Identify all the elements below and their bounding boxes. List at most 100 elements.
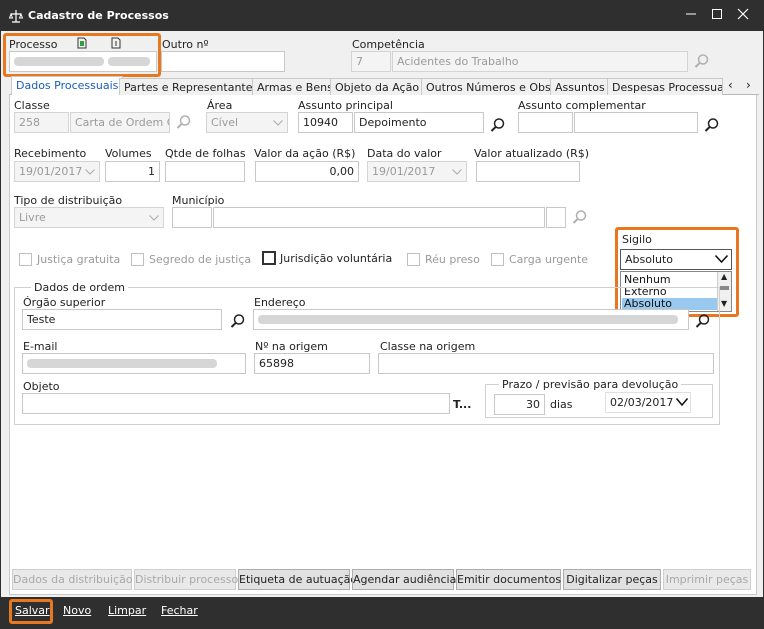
outro-numero-field[interactable] [161,51,285,72]
maximize-button[interactable] [707,7,727,25]
search-icon[interactable] [176,114,192,130]
fechar-button[interactable]: Fechar [161,604,198,617]
email-label: E-mail [23,340,58,353]
classe-label: Classe [14,99,50,112]
search-icon[interactable] [694,53,710,69]
valor-atualizado-label: Valor atualizado (R$) [474,147,590,160]
email-field[interactable] [22,353,246,374]
assunto-principal-code-field[interactable]: 10940 [298,112,353,133]
data-valor-value: 19/01/2017 [372,165,436,178]
objeto-field[interactable] [22,393,450,414]
assunto-complementar-field[interactable] [574,112,698,133]
valor-acao-label: Valor da ação (R$) [254,147,356,160]
search-icon[interactable] [572,209,588,225]
minimize-icon [686,13,696,15]
close-button[interactable] [733,7,753,25]
maximize-icon [712,9,722,19]
numero-origem-label: Nº na origem [255,340,328,353]
dados-ordem-title: Dados de ordem [31,281,128,294]
volumes-field[interactable]: 1 [105,161,160,182]
orgao-superior-field[interactable]: Teste [22,309,222,330]
imprimir-pecas-button[interactable]: Imprimir peças [663,569,751,590]
qtde-folhas-field[interactable] [165,161,245,182]
chevron-down-icon [85,169,95,175]
scales-icon [9,10,23,23]
numero-origem-field[interactable]: 65898 [254,353,370,374]
municipio-extra-field[interactable] [546,207,566,228]
digitalizar-pecas-button[interactable]: Digitalizar peças [563,569,661,590]
recebimento-label: Recebimento [14,147,87,160]
window-title: Cadastro de Processos [28,9,169,22]
data-valor-field[interactable]: 19/01/2017 [367,161,467,182]
outro-numero-label: Outro nº [162,38,209,51]
tab-bar: Dados Processuais Partes e Representante… [9,76,759,96]
tipo-distribuicao-label: Tipo de distribuição [14,194,123,207]
objeto-expand-button[interactable]: T... [453,398,471,411]
limpar-button[interactable]: Limpar [108,604,146,617]
tab-outros-numeros[interactable]: Outros Números e Obs. [421,78,560,95]
valor-atualizado-field[interactable] [476,161,580,182]
dados-distribuicao-button[interactable]: Dados da distribuição [12,569,133,590]
prazo-field[interactable]: 30 [494,394,545,415]
classe-origem-field[interactable] [378,353,714,374]
area-select[interactable]: Cível [206,112,288,133]
chevron-down-icon [676,398,688,406]
search-icon[interactable] [490,117,506,133]
assunto-complementar-label: Assunto complementar [518,99,646,112]
tab-scroll-left-icon[interactable]: ‹ [728,78,733,92]
search-icon[interactable] [704,117,720,133]
competencia-code-field[interactable]: 7 [351,51,391,72]
competencia-field[interactable]: Acidentes do Trabalho [392,51,688,72]
data-valor-label: Data do valor [367,147,442,160]
jurisdicao-voluntaria-checkbox[interactable] [262,251,276,265]
endereco-field[interactable] [253,309,689,330]
municipio-code-field[interactable] [172,207,212,228]
distribuir-processo-button[interactable]: Distribuir processo [134,569,238,590]
tab-objeto[interactable]: Objeto da Ação [330,78,425,95]
minimize-button[interactable] [681,7,701,25]
processo-highlight [3,33,161,77]
emitir-documentos-button[interactable]: Emitir documentos [456,569,561,590]
assunto-complementar-code-field[interactable] [518,112,573,133]
title-bar: Cadastro de Processos [1,1,763,31]
area-label: Área [207,99,233,112]
municipio-label: Município [172,194,225,207]
classe-code-field[interactable]: 258 [14,112,69,133]
tab-partes[interactable]: Partes e Representantes [119,78,264,95]
prazo-date-field[interactable]: 02/03/2017 [605,392,691,413]
carga-urgente-label: Carga urgente [509,253,589,266]
chevron-down-icon [273,120,283,126]
tab-scroll-right-icon[interactable]: › [746,78,751,92]
tab-armas[interactable]: Armas e Bens [252,78,338,95]
chevron-down-icon [452,169,462,175]
objeto-label: Objeto [23,380,60,393]
volumes-label: Volumes [105,147,152,160]
search-icon[interactable] [695,313,711,329]
orgao-superior-label: Órgão superior [23,296,106,309]
etiqueta-autuacao-button[interactable]: Etiqueta de autuação [238,569,357,590]
novo-button[interactable]: Novo [63,604,91,617]
tipo-distribuicao-select[interactable]: Livre [14,207,164,228]
justica-gratuita-checkbox[interactable] [19,253,32,266]
carga-urgente-checkbox[interactable] [491,253,504,266]
tab-dados-processuais[interactable]: Dados Processuais [11,76,124,96]
classe-field[interactable]: Carta de Ordem Cí [70,112,170,133]
jurisdicao-voluntaria-label: Jurisdição voluntária [280,252,393,265]
segredo-justica-checkbox[interactable] [131,253,144,266]
justica-gratuita-label: Justiça gratuita [37,253,121,266]
close-icon [737,8,749,20]
search-icon[interactable] [230,313,246,329]
endereco-label: Endereço [254,296,306,309]
tab-assuntos[interactable]: Assuntos [550,78,610,95]
tab-despesas[interactable]: Despesas Processuais [607,78,723,95]
agendar-audiencia-button[interactable]: Agendar audiência [352,569,456,590]
assunto-principal-field[interactable]: Depoimento [354,112,484,133]
classe-origem-label: Classe na origem [380,340,476,353]
municipio-field[interactable] [213,207,545,228]
reu-preso-checkbox[interactable] [407,253,420,266]
chevron-down-icon [149,215,159,221]
recebimento-field[interactable]: 19/01/2017 [14,161,100,182]
reu-preso-label: Réu preso [425,253,480,266]
assunto-principal-label: Assunto principal [298,99,393,112]
valor-acao-field[interactable]: 0,00 [255,161,359,182]
